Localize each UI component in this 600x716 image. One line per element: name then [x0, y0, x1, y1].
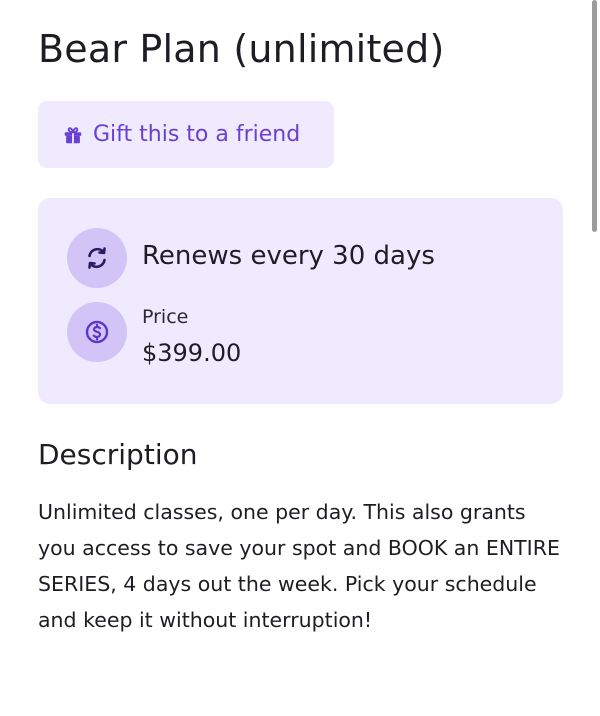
dollar-icon — [67, 302, 127, 362]
renewal-text: Renews every 30 days — [142, 241, 435, 271]
price-value: $399.00 — [142, 339, 242, 367]
gift-icon — [62, 124, 84, 146]
plan-info-card: Renews every 30 days Price $399.00 — [38, 198, 563, 404]
refresh-icon — [67, 228, 127, 288]
page-title: Bear Plan (unlimited) — [38, 27, 445, 71]
scrollbar[interactable] — [592, 0, 597, 232]
description-heading: Description — [38, 438, 198, 471]
price-label: Price — [142, 306, 189, 328]
description-text: Unlimited classes, one per day. This als… — [38, 500, 560, 632]
gift-button-label: Gift this to a friend — [93, 122, 301, 147]
gift-to-friend-button[interactable]: Gift this to a friend — [38, 101, 334, 168]
